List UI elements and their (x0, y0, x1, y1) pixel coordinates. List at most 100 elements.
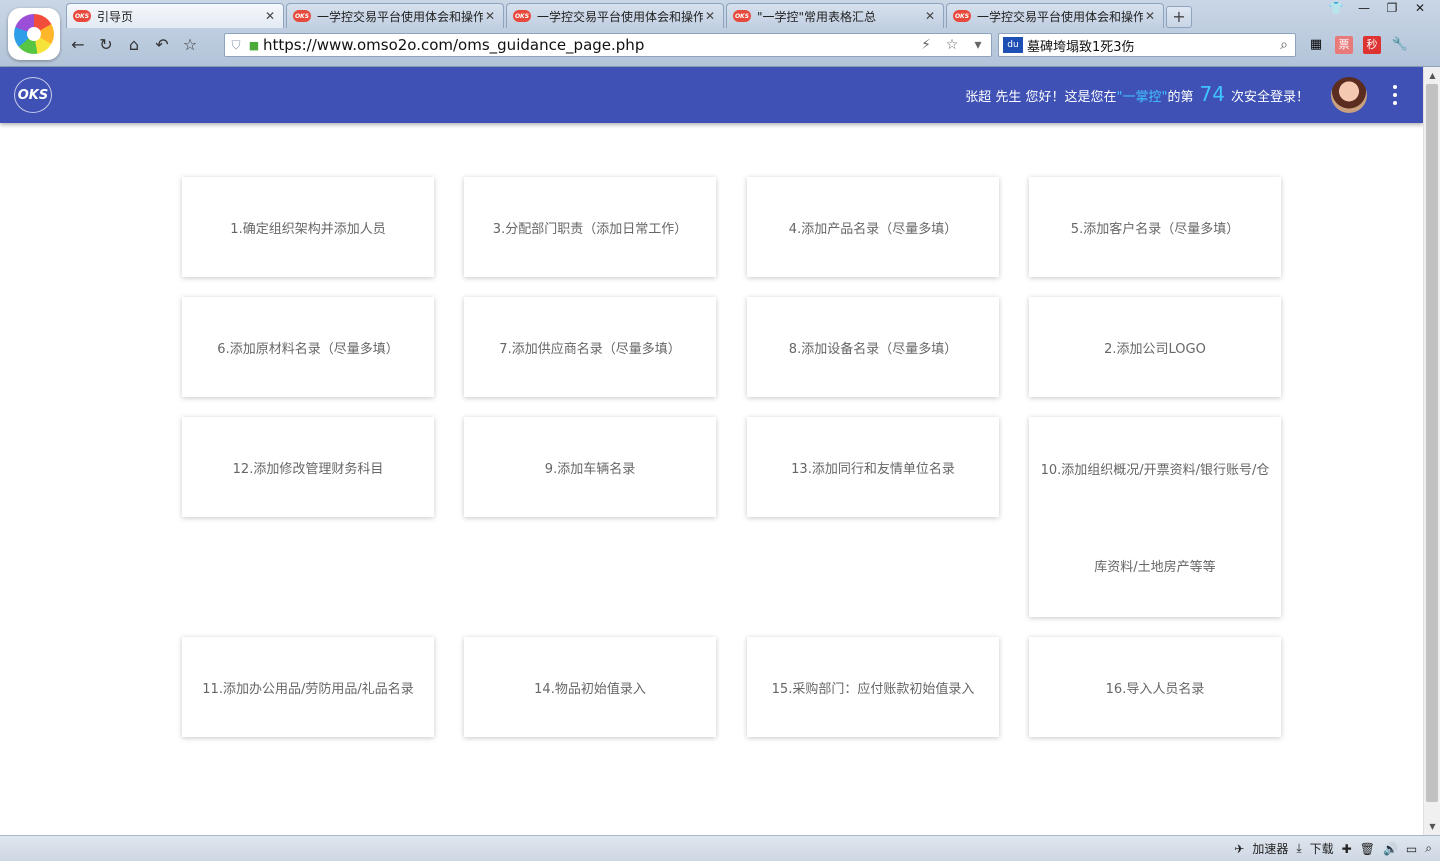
close-window-icon[interactable]: ✕ (1406, 0, 1434, 16)
search-icon[interactable]: ⌕ (1273, 37, 1295, 53)
home-icon[interactable]: ⌂ (120, 32, 148, 58)
tab-article-1[interactable]: OKS 一学控交易平台使用体会和操作 ✕ (286, 3, 504, 28)
skin-icon[interactable]: 👕 (1322, 0, 1350, 16)
oks-favicon-icon: OKS (513, 10, 531, 22)
favorite-star-icon[interactable]: ☆ (176, 32, 204, 58)
oks-logo[interactable]: OKS (14, 77, 52, 113)
ticket-button[interactable]: 票 (1335, 36, 1353, 54)
restore-icon[interactable]: ❐ (1378, 0, 1406, 16)
apps-grid-icon[interactable]: ▦ (1302, 33, 1330, 57)
card-label-line2: 库资料/土地房产等等 (1094, 560, 1216, 575)
window-controls: 👕 — ❐ ✕ (1322, 0, 1434, 16)
tab-strip: OKS 引导页 ✕ OKS 一学控交易平台使用体会和操作 ✕ OKS 一学控交易… (66, 3, 1192, 28)
scroll-down-icon[interactable]: ▼ (1424, 818, 1440, 835)
screenshot-icon[interactable]: ✚ (1342, 842, 1352, 856)
seckill-button[interactable]: 秒 (1363, 36, 1381, 54)
back-icon[interactable]: ← (64, 32, 92, 58)
card-label: 11.添加办公用品/劳防用品/礼品名录 (202, 681, 414, 697)
guide-card-products[interactable]: 4.添加产品名录（尽量多填） (747, 177, 999, 277)
status-items: ✈ 加速器 ⤓ 下载 ✚ 🗑 🔊 ▭ ⌕ (1226, 840, 1432, 857)
guide-card-payables-initial[interactable]: 15.采购部门：应付账款初始值录入 (747, 637, 999, 737)
dropdown-icon[interactable]: ▾ (965, 37, 991, 53)
browser-logo[interactable] (8, 8, 60, 60)
tab-guidance[interactable]: OKS 引导页 ✕ (66, 3, 284, 28)
tab-label: 一学控交易平台使用体会和操作 (537, 9, 703, 24)
search-bar[interactable]: du 墓碑垮塌致1死3伤 ⌕ (998, 33, 1296, 57)
window-icon[interactable]: ▭ (1406, 842, 1417, 856)
greeting-prefix: 张超 先生 您好！这是您在 (965, 90, 1117, 105)
guide-card-org-overview[interactable]: 10.添加组织概况/开票资料/银行账号/仓 库资料/土地房产等等 (1029, 417, 1281, 617)
greeting: 张超 先生 您好！这是您在 "一掌控" 的第 74 次安全登录！ (965, 82, 1309, 106)
browser-logo-icon (14, 14, 54, 54)
guide-card-org-structure[interactable]: 1.确定组织架构并添加人员 (182, 177, 434, 277)
greeting-suffix: 次安全登录！ (1230, 90, 1309, 105)
download-label[interactable]: 下载 (1310, 840, 1334, 857)
scroll-up-icon[interactable]: ▲ (1424, 67, 1440, 84)
search-input[interactable]: 墓碑垮塌致1死3伤 (1027, 36, 1273, 55)
guide-card-import-staff[interactable]: 16.导入人员名录 (1029, 637, 1281, 737)
avatar[interactable] (1331, 77, 1367, 113)
refresh-icon[interactable]: ↻ (92, 32, 120, 58)
accelerator-icon[interactable]: ✈ (1234, 842, 1244, 856)
guide-card-suppliers[interactable]: 7.添加供应商名录（尽量多填） (464, 297, 716, 397)
tab-article-3[interactable]: OKS 一学控交易平台使用体会和操作 ✕ (946, 3, 1164, 28)
card-label: 2.添加公司LOGO (1104, 341, 1206, 357)
wrench-icon[interactable]: 🔧 (1386, 33, 1414, 57)
close-icon[interactable]: ✕ (923, 9, 937, 23)
volume-icon[interactable]: 🔊 (1383, 842, 1398, 856)
guide-card-office-supplies[interactable]: 11.添加办公用品/劳防用品/礼品名录 (182, 637, 434, 737)
zoom-icon[interactable]: ⌕ (1425, 841, 1432, 856)
tab-forms[interactable]: OKS "一学控"常用表格汇总 ✕ (726, 3, 944, 28)
guide-card-finance-subjects[interactable]: 12.添加修改管理财务科目 (182, 417, 434, 517)
tab-label: 一学控交易平台使用体会和操作 (317, 9, 483, 24)
guide-card-raw-materials[interactable]: 6.添加原材料名录（尽量多填） (182, 297, 434, 397)
oks-favicon-icon: OKS (293, 10, 311, 22)
trash-icon[interactable]: 🗑 (1360, 842, 1375, 856)
toolbar-extensions: ▦ 票 秒 🔧 (1302, 33, 1414, 57)
baidu-icon[interactable]: du (1003, 37, 1023, 53)
card-label: 16.导入人员名录 (1105, 681, 1205, 697)
card-label: 5.添加客户名录（尽量多填） (1070, 221, 1240, 237)
download-icon[interactable]: ⤓ (1296, 841, 1301, 856)
tab-article-2[interactable]: OKS 一学控交易平台使用体会和操作 ✕ (506, 3, 724, 28)
undo-icon[interactable]: ↶ (148, 32, 176, 58)
bookmark-star-icon[interactable]: ☆ (939, 37, 965, 53)
lightning-icon[interactable]: ⚡ (913, 37, 939, 53)
login-count: 74 (1199, 82, 1225, 106)
new-tab-button[interactable]: + (1166, 6, 1192, 28)
scroll-thumb[interactable] (1426, 84, 1438, 802)
url-text[interactable]: https://www.omso2o.com/oms_guidance_page… (261, 36, 913, 54)
guide-card-equipment[interactable]: 8.添加设备名录（尽量多填） (747, 297, 999, 397)
browser-chrome: OKS 引导页 ✕ OKS 一学控交易平台使用体会和操作 ✕ OKS 一学控交易… (0, 0, 1440, 67)
guide-card-vehicles[interactable]: 9.添加车辆名录 (464, 417, 716, 517)
accelerator-label[interactable]: 加速器 (1252, 840, 1288, 857)
card-label: 12.添加修改管理财务科目 (232, 461, 384, 477)
address-bar[interactable]: ⛉ ■ https://www.omso2o.com/oms_guidance_… (224, 33, 992, 57)
card-label: 13.添加同行和友情单位名录 (791, 461, 955, 477)
card-label: 9.添加车辆名录 (544, 461, 636, 477)
oks-favicon-icon: OKS (73, 10, 91, 22)
guide-card-company-logo[interactable]: 2.添加公司LOGO (1029, 297, 1281, 397)
guide-card-peer-units[interactable]: 13.添加同行和友情单位名录 (747, 417, 999, 517)
card-label: 14.物品初始值录入 (534, 681, 646, 697)
close-icon[interactable]: ✕ (483, 9, 497, 23)
greeting-mid: 的第 (1167, 90, 1194, 105)
guide-card-initial-items[interactable]: 14.物品初始值录入 (464, 637, 716, 737)
close-icon[interactable]: ✕ (703, 9, 717, 23)
close-icon[interactable]: ✕ (1143, 9, 1157, 23)
oks-favicon-icon: OKS (733, 10, 751, 22)
status-bar: ✈ 加速器 ⤓ 下载 ✚ 🗑 🔊 ▭ ⌕ (0, 835, 1440, 861)
more-menu-icon[interactable] (1387, 83, 1403, 107)
card-label: 3.分配部门职责（添加日常工作） (492, 221, 688, 237)
card-label: 4.添加产品名录（尽量多填） (788, 221, 958, 237)
minimize-icon[interactable]: — (1350, 0, 1378, 16)
nav-buttons: ← ↻ ⌂ ↶ ☆ (64, 32, 204, 58)
vertical-scrollbar[interactable]: ▲ ▼ (1423, 67, 1440, 835)
card-label-line1: 10.添加组织概况/开票资料/银行账号/仓 (1040, 463, 1270, 478)
close-icon[interactable]: ✕ (263, 9, 277, 23)
card-label: 15.采购部门：应付账款初始值录入 (771, 681, 975, 697)
guide-card-customers[interactable]: 5.添加客户名录（尽量多填） (1029, 177, 1281, 277)
guide-card-dept-duties[interactable]: 3.分配部门职责（添加日常工作） (464, 177, 716, 277)
lock-icon: ■ (248, 38, 260, 52)
card-label: 7.添加供应商名录（尽量多填） (499, 341, 681, 357)
